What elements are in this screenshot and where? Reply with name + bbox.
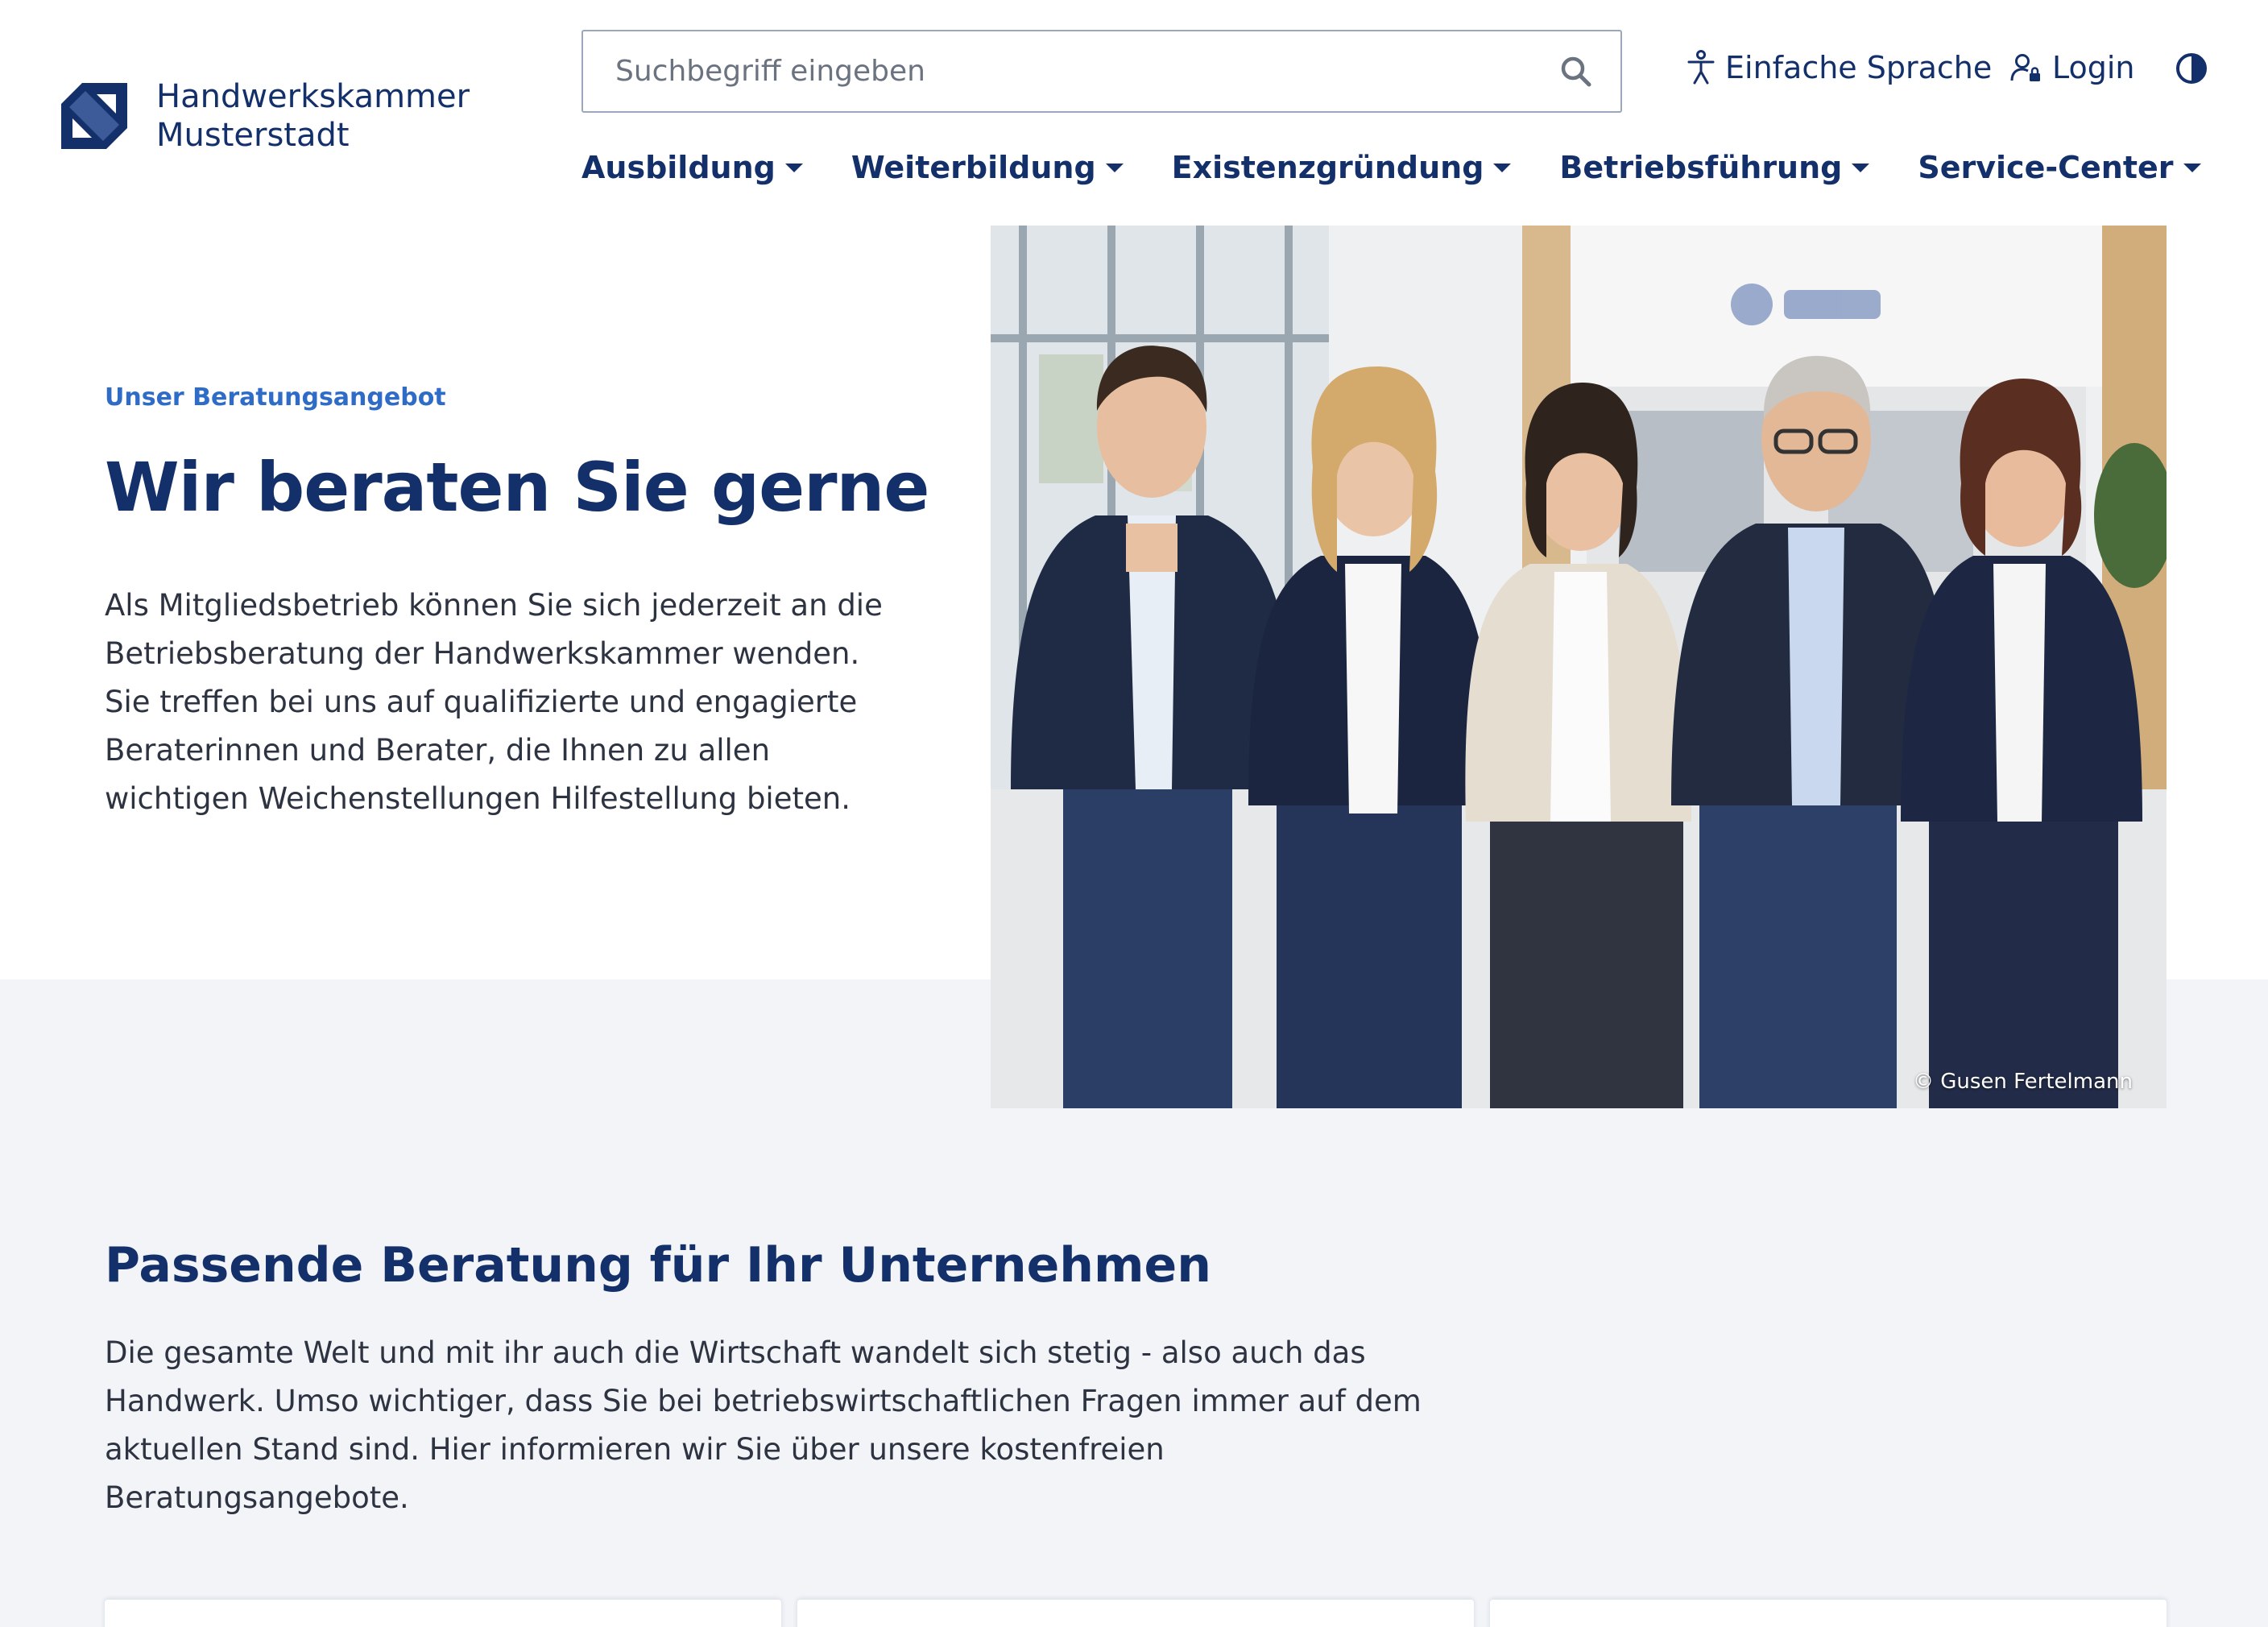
login-label: Login xyxy=(2052,50,2135,85)
offer-card[interactable] xyxy=(797,1600,1474,1627)
main-navigation: Ausbildung Weiterbildung Existenzgründun… xyxy=(581,150,2249,185)
hero-text: Als Mitgliedsbetrieb können Sie sich jed… xyxy=(105,588,883,816)
brand-line-2: Musterstadt xyxy=(156,117,350,154)
contrast-icon xyxy=(2176,53,2207,84)
team-photo-illustration xyxy=(991,226,2167,1108)
nav-item-service-center[interactable]: Service-Center xyxy=(1918,150,2201,185)
nav-item-label: Weiterbildung xyxy=(850,150,1096,185)
search-button[interactable] xyxy=(1532,31,1620,111)
easy-language-label: Einfache Sprache xyxy=(1725,50,1993,85)
contrast-toggle[interactable] xyxy=(2175,52,2218,85)
caret-down-icon xyxy=(2183,164,2201,172)
brand-name: Handwerkskammer Musterstadt xyxy=(156,77,470,155)
login-link[interactable]: Login xyxy=(2010,50,2135,85)
nav-item-label: Betriebsführung xyxy=(1559,150,1843,185)
nav-item-label: Ausbildung xyxy=(581,150,776,185)
accessibility-icon xyxy=(1687,50,1715,85)
caret-down-icon xyxy=(1852,164,1870,172)
brand-line-1: Handwerkskammer xyxy=(156,78,470,115)
nav-item-label: Existenzgründung xyxy=(1171,150,1484,185)
caret-down-icon xyxy=(784,164,803,172)
hero-title: Wir beraten Sie gerne xyxy=(105,448,929,527)
user-lock-icon xyxy=(2010,54,2040,81)
nav-item-label: Service-Center xyxy=(1918,150,2174,185)
caret-down-icon xyxy=(1105,164,1124,172)
section-title: Passende Beratung für Ihr Unternehmen xyxy=(105,1237,1211,1294)
search-input[interactable] xyxy=(583,31,1532,111)
photo-credit: © Gusen Fertelmann xyxy=(1912,1070,2133,1094)
offer-card[interactable] xyxy=(1490,1600,2167,1627)
easy-language-link[interactable]: Einfache Sprache xyxy=(1687,50,1992,85)
nav-item-weiterbildung[interactable]: Weiterbildung xyxy=(851,150,1124,185)
offer-card[interactable] xyxy=(105,1600,781,1627)
hero-eyebrow: Unser Beratungsangebot xyxy=(105,383,446,412)
hero-photo: © Gusen Fertelmann xyxy=(991,226,2167,1108)
search-box xyxy=(581,30,1622,113)
nav-item-existenzgruendung[interactable]: Existenzgründung xyxy=(1172,150,1512,185)
nav-item-betriebsfuehrung[interactable]: Betriebsführung xyxy=(1559,150,1870,185)
caret-down-icon xyxy=(1493,164,1512,172)
section-text: Die gesamte Welt und mit ihr auch die Wi… xyxy=(105,1335,1422,1515)
brand-logo[interactable]: Handwerkskammer Musterstadt xyxy=(61,77,470,155)
nav-item-ausbildung[interactable]: Ausbildung xyxy=(581,150,803,185)
search-icon xyxy=(1561,56,1591,86)
logo-icon xyxy=(61,83,127,149)
